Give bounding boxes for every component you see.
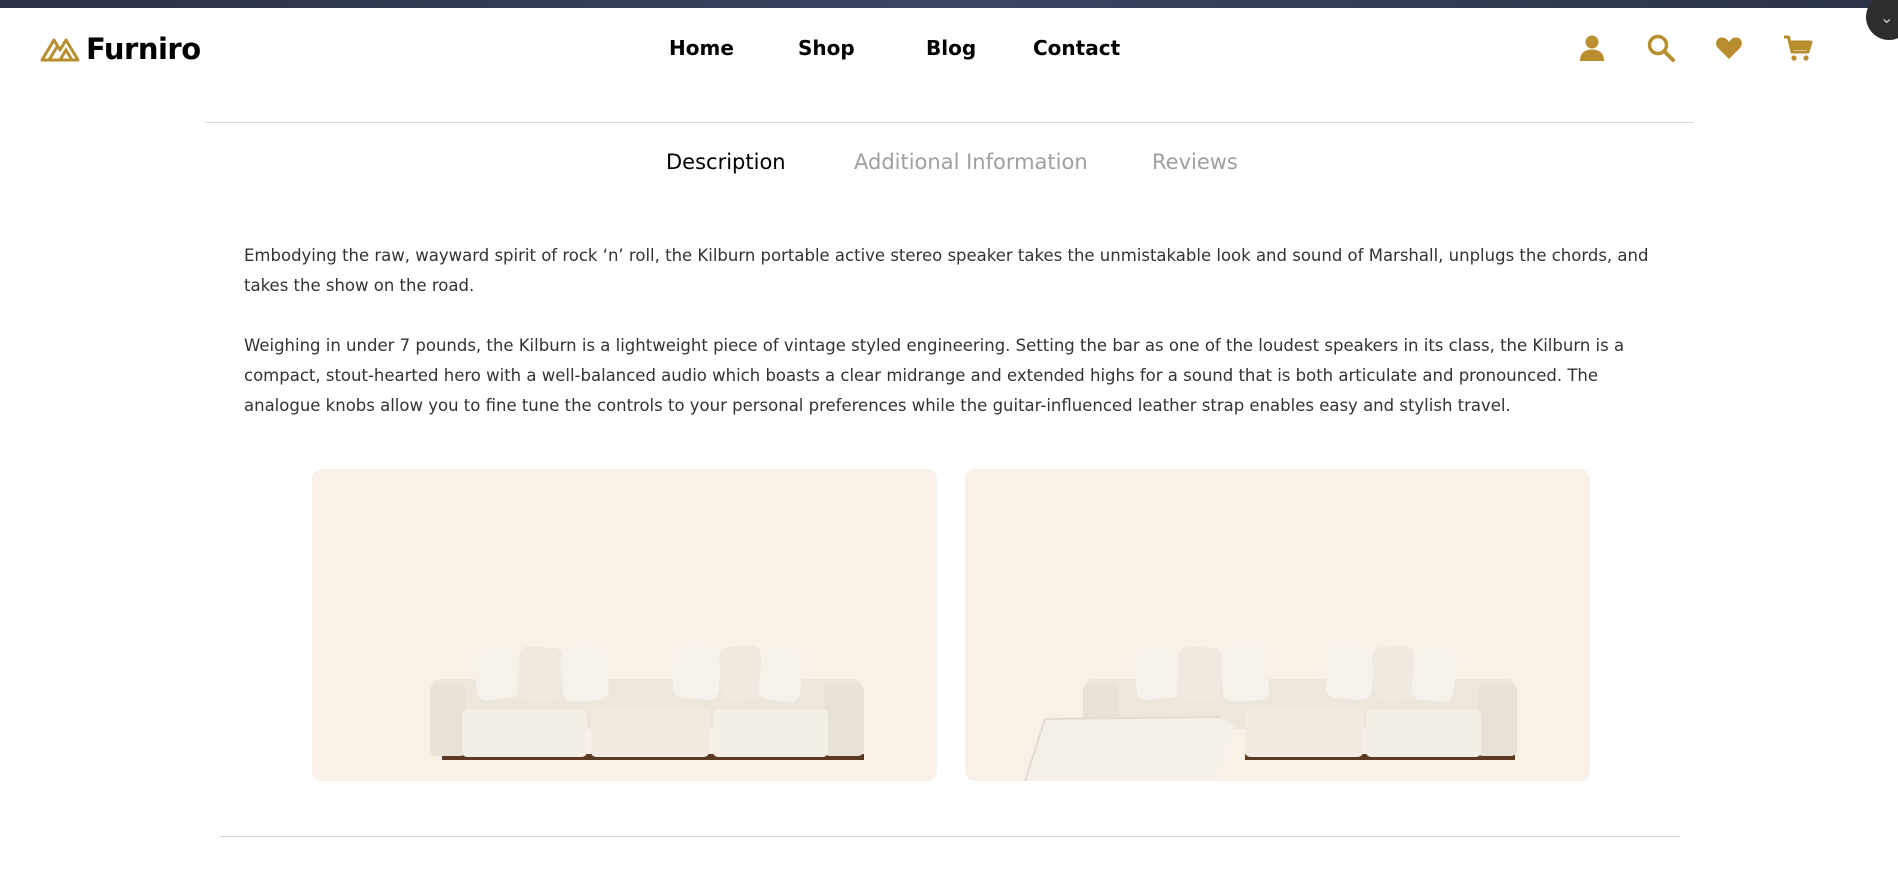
sectional-image — [1024, 645, 1517, 781]
description-paragraph-1: Embodying the raw, wayward spirit of roc… — [244, 246, 1649, 295]
description-paragraph-2: Weighing in under 7 pounds, the Kilburn … — [244, 336, 1625, 415]
logo-mark-icon — [40, 38, 80, 62]
section-divider — [205, 122, 1694, 123]
sofa-image — [430, 645, 864, 760]
section-divider-bottom — [220, 836, 1680, 837]
account-icon[interactable] — [1577, 33, 1607, 63]
site-header: Furniro Home Shop Blog Contact — [0, 8, 1898, 90]
nav-blog[interactable]: Blog — [926, 36, 976, 60]
tab-description[interactable]: Description — [666, 150, 786, 174]
product-image-sectional — [965, 469, 1590, 781]
browser-top-strip — [0, 0, 1898, 8]
nav-contact[interactable]: Contact — [1033, 36, 1120, 60]
tab-reviews[interactable]: Reviews — [1152, 150, 1238, 174]
nav-shop[interactable]: Shop — [798, 36, 855, 60]
brand-name: Furniro — [86, 32, 201, 66]
heart-icon[interactable] — [1714, 33, 1744, 63]
search-icon[interactable] — [1646, 33, 1676, 63]
brand-logo[interactable]: Furniro — [40, 32, 201, 66]
product-image-sofa — [312, 469, 937, 781]
nav-home[interactable]: Home — [669, 36, 734, 60]
tab-additional-information[interactable]: Additional Information — [854, 150, 1088, 174]
cart-icon[interactable] — [1783, 33, 1813, 63]
